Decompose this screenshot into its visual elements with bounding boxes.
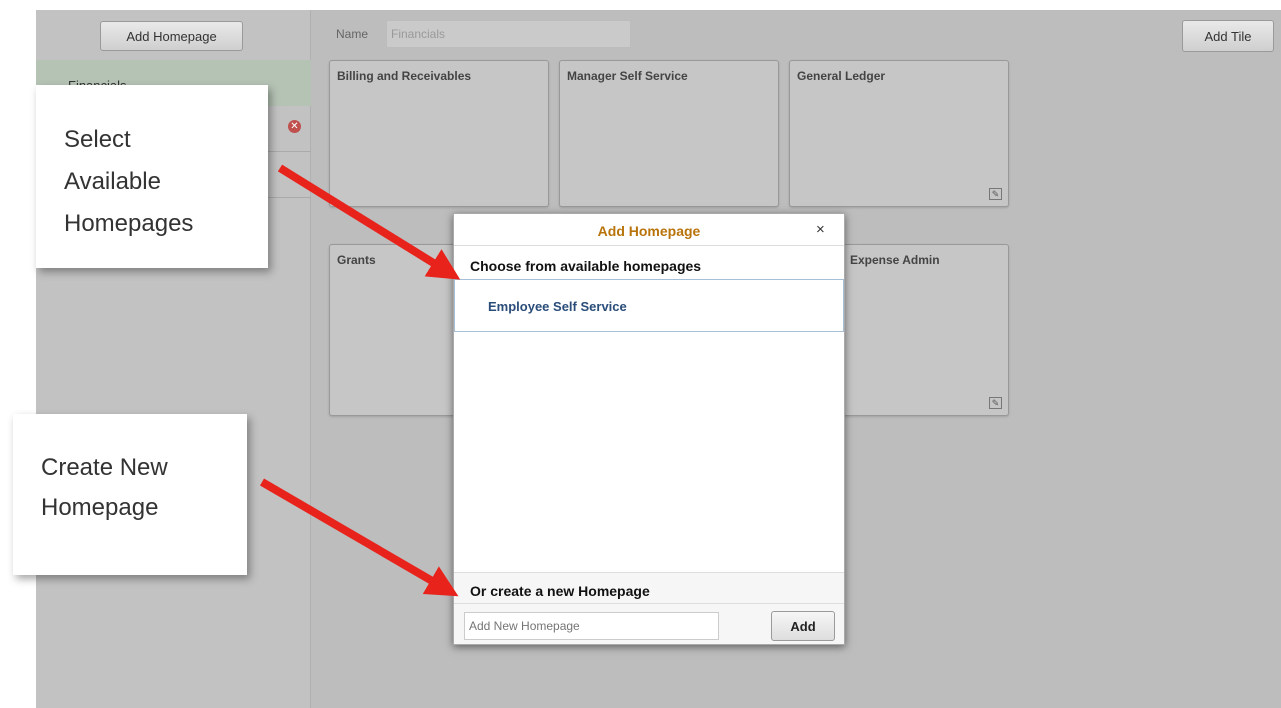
tile-title: Manager Self Service [567, 69, 688, 83]
tile-title: General Ledger [797, 69, 886, 83]
name-field[interactable] [386, 20, 631, 48]
new-homepage-input[interactable] [464, 612, 719, 640]
create-homepage-heading: Or create a new Homepage [470, 583, 650, 599]
available-homepages-heading: Choose from available homepages [470, 258, 702, 274]
callout-line: Available [64, 168, 161, 195]
edit-tile-icon[interactable]: ✎ [989, 188, 1002, 200]
add-homepage-button[interactable]: Add Homepage [100, 21, 243, 51]
tile-general-ledger[interactable]: General Ledger ✎ [789, 60, 1009, 207]
tile-title: Billing and Receivables [337, 69, 472, 83]
close-icon[interactable]: × [816, 221, 825, 238]
tile-billing-and-receivables[interactable]: Billing and Receivables [329, 60, 549, 207]
list-item-employee-self-service[interactable]: Employee Self Service [488, 299, 627, 314]
dialog-header: Add Homepage × [454, 214, 844, 246]
tile-title: Expense Admin [850, 253, 940, 267]
divider [454, 603, 844, 604]
tile-title: Grants [337, 253, 376, 267]
callout-line: Select [64, 126, 131, 153]
dialog-title: Add Homepage [597, 223, 701, 239]
available-homepages-list: Employee Self Service [454, 279, 844, 332]
dialog-footer: Or create a new Homepage Add [454, 572, 844, 644]
callout-line: Homepages [64, 210, 194, 237]
remove-circle-icon[interactable]: ✕ [288, 120, 301, 133]
edit-tile-icon[interactable]: ✎ [989, 397, 1002, 409]
add-button[interactable]: Add [771, 611, 835, 641]
name-label: Name [336, 27, 369, 41]
add-tile-button[interactable]: Add Tile [1182, 20, 1274, 52]
callout-line: Create New [41, 454, 168, 481]
callout-line: Homepage [41, 494, 159, 521]
callout-create-new-homepage: Create New Homepage [13, 414, 247, 575]
tile-manager-self-service[interactable]: Manager Self Service [559, 60, 779, 207]
add-homepage-dialog: Add Homepage × Choose from available hom… [453, 213, 845, 645]
callout-select-available-homepages: Select Available Homepages [36, 85, 268, 268]
